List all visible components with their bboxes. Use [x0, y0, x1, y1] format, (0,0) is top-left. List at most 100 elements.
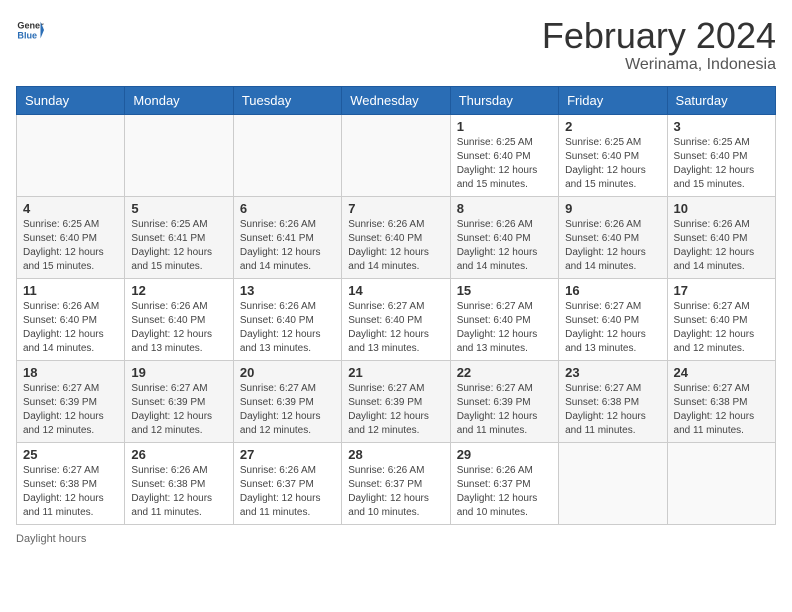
calendar-cell: 1 Sunrise: 6:25 AM Sunset: 6:40 PM Daylig… [450, 114, 558, 196]
calendar-cell: 13 Sunrise: 6:26 AM Sunset: 6:40 PM Dayli… [233, 278, 341, 360]
day-info: Sunrise: 6:26 AM Sunset: 6:40 PM Dayligh… [240, 300, 335, 356]
day-info: Sunrise: 6:26 AM Sunset: 6:37 PM Dayligh… [348, 464, 443, 520]
logo: General Blue [16, 16, 44, 44]
day-header-tuesday: Tuesday [233, 86, 341, 114]
day-info: Sunrise: 6:27 AM Sunset: 6:38 PM Dayligh… [23, 464, 118, 520]
calendar-cell: 16Sunrise: 6:27 AM Sunset: 6:40 PM Dayli… [559, 278, 667, 360]
day-header-friday: Friday [559, 86, 667, 114]
calendar-cell: 22 Sunrise: 6:27 AM Sunset: 6:39 PM Dayli… [450, 360, 558, 442]
day-info: Sunrise: 6:27 AM Sunset: 6:39 PM Dayligh… [23, 382, 118, 438]
day-header-wednesday: Wednesday [342, 86, 450, 114]
calendar-cell: 12 Sunrise: 6:26 AM Sunset: 6:40 PM Dayli… [125, 278, 233, 360]
day-info: Sunrise: 6:25 AM Sunset: 6:40 PM Dayligh… [457, 136, 552, 192]
day-number: 1 [457, 119, 552, 134]
calendar-cell: 6 Sunrise: 6:26 AM Sunset: 6:41 PM Daylig… [233, 196, 341, 278]
calendar-cell: 27 Sunrise: 6:26 AM Sunset: 6:37 PM Dayli… [233, 442, 341, 524]
day-number: 7 [348, 201, 443, 216]
week-row-2: 4 Sunrise: 6:25 AM Sunset: 6:40 PM Daylig… [17, 196, 776, 278]
day-number: 24 [674, 365, 769, 380]
footer-note: Daylight hours [16, 533, 776, 545]
day-info: Sunrise: 6:25 AM Sunset: 6:40 PM Dayligh… [674, 136, 769, 192]
day-header-saturday: Saturday [667, 86, 775, 114]
calendar-cell [342, 114, 450, 196]
day-number: 19 [131, 365, 226, 380]
day-number: 11 [23, 283, 118, 298]
day-number: 15 [457, 283, 552, 298]
day-number: 25 [23, 447, 118, 462]
day-header-row: SundayMondayTuesdayWednesdayThursdayFrid… [17, 86, 776, 114]
svg-text:General: General [17, 21, 44, 31]
day-info: Sunrise: 6:27 AM Sunset: 6:39 PM Dayligh… [240, 382, 335, 438]
day-number: 3 [674, 119, 769, 134]
day-info: Sunrise: 6:26 AM Sunset: 6:40 PM Dayligh… [457, 218, 552, 274]
day-number: 21 [348, 365, 443, 380]
day-info: Sunrise: 6:26 AM Sunset: 6:37 PM Dayligh… [457, 464, 552, 520]
day-info: Sunrise: 6:27 AM Sunset: 6:38 PM Dayligh… [565, 382, 660, 438]
day-info: Sunrise: 6:27 AM Sunset: 6:39 PM Dayligh… [131, 382, 226, 438]
day-number: 16 [565, 283, 660, 298]
calendar-cell: 4 Sunrise: 6:25 AM Sunset: 6:40 PM Daylig… [17, 196, 125, 278]
calendar-cell [233, 114, 341, 196]
day-number: 5 [131, 201, 226, 216]
day-number: 20 [240, 365, 335, 380]
day-number: 22 [457, 365, 552, 380]
day-info: Sunrise: 6:27 AM Sunset: 6:38 PM Dayligh… [674, 382, 769, 438]
day-number: 2 [565, 119, 660, 134]
calendar-cell: 25 Sunrise: 6:27 AM Sunset: 6:38 PM Dayli… [17, 442, 125, 524]
calendar-cell: 17Sunrise: 6:27 AM Sunset: 6:40 PM Dayli… [667, 278, 775, 360]
calendar-table: SundayMondayTuesdayWednesdayThursdayFrid… [16, 86, 776, 525]
calendar-title: February 2024 [542, 16, 776, 56]
day-header-thursday: Thursday [450, 86, 558, 114]
day-info: Sunrise: 6:27 AM Sunset: 6:40 PM Dayligh… [457, 300, 552, 356]
calendar-cell [559, 442, 667, 524]
day-header-monday: Monday [125, 86, 233, 114]
day-info: Sunrise: 6:27 AM Sunset: 6:40 PM Dayligh… [348, 300, 443, 356]
calendar-cell: 23Sunrise: 6:27 AM Sunset: 6:38 PM Dayli… [559, 360, 667, 442]
day-number: 28 [348, 447, 443, 462]
day-info: Sunrise: 6:26 AM Sunset: 6:41 PM Dayligh… [240, 218, 335, 274]
week-row-3: 11 Sunrise: 6:26 AM Sunset: 6:40 PM Dayli… [17, 278, 776, 360]
day-number: 4 [23, 201, 118, 216]
week-row-1: 1 Sunrise: 6:25 AM Sunset: 6:40 PM Daylig… [17, 114, 776, 196]
day-info: Sunrise: 6:25 AM Sunset: 6:40 PM Dayligh… [23, 218, 118, 274]
calendar-cell: 14Sunrise: 6:27 AM Sunset: 6:40 PM Dayli… [342, 278, 450, 360]
day-info: Sunrise: 6:26 AM Sunset: 6:40 PM Dayligh… [131, 300, 226, 356]
day-number: 27 [240, 447, 335, 462]
day-number: 13 [240, 283, 335, 298]
calendar-cell: 26Sunrise: 6:26 AM Sunset: 6:38 PM Dayli… [125, 442, 233, 524]
day-info: Sunrise: 6:27 AM Sunset: 6:39 PM Dayligh… [457, 382, 552, 438]
day-info: Sunrise: 6:27 AM Sunset: 6:40 PM Dayligh… [674, 300, 769, 356]
day-info: Sunrise: 6:25 AM Sunset: 6:41 PM Dayligh… [131, 218, 226, 274]
day-number: 29 [457, 447, 552, 462]
logo-icon: General Blue [16, 16, 44, 44]
calendar-cell: 10Sunrise: 6:26 AM Sunset: 6:40 PM Dayli… [667, 196, 775, 278]
calendar-cell: 9 Sunrise: 6:26 AM Sunset: 6:40 PM Daylig… [559, 196, 667, 278]
calendar-cell: 28 Sunrise: 6:26 AM Sunset: 6:37 PM Dayli… [342, 442, 450, 524]
day-number: 26 [131, 447, 226, 462]
day-info: Sunrise: 6:26 AM Sunset: 6:40 PM Dayligh… [565, 218, 660, 274]
calendar-cell: 18 Sunrise: 6:27 AM Sunset: 6:39 PM Dayli… [17, 360, 125, 442]
day-info: Sunrise: 6:27 AM Sunset: 6:39 PM Dayligh… [348, 382, 443, 438]
calendar-cell [125, 114, 233, 196]
day-info: Sunrise: 6:26 AM Sunset: 6:37 PM Dayligh… [240, 464, 335, 520]
day-header-sunday: Sunday [17, 86, 125, 114]
calendar-cell: 29 Sunrise: 6:26 AM Sunset: 6:37 PM Dayli… [450, 442, 558, 524]
calendar-cell: 7Sunrise: 6:26 AM Sunset: 6:40 PM Daylig… [342, 196, 450, 278]
week-row-5: 25 Sunrise: 6:27 AM Sunset: 6:38 PM Dayli… [17, 442, 776, 524]
day-number: 12 [131, 283, 226, 298]
day-number: 6 [240, 201, 335, 216]
calendar-cell: 3 Sunrise: 6:25 AM Sunset: 6:40 PM Daylig… [667, 114, 775, 196]
calendar-cell [667, 442, 775, 524]
week-row-4: 18 Sunrise: 6:27 AM Sunset: 6:39 PM Dayli… [17, 360, 776, 442]
day-number: 8 [457, 201, 552, 216]
day-number: 18 [23, 365, 118, 380]
calendar-cell: 19 Sunrise: 6:27 AM Sunset: 6:39 PM Dayli… [125, 360, 233, 442]
calendar-cell: 8 Sunrise: 6:26 AM Sunset: 6:40 PM Daylig… [450, 196, 558, 278]
day-number: 10 [674, 201, 769, 216]
page-header: General Blue February 2024 Werinama, Ind… [16, 16, 776, 74]
day-number: 9 [565, 201, 660, 216]
day-info: Sunrise: 6:26 AM Sunset: 6:40 PM Dayligh… [23, 300, 118, 356]
calendar-cell: 5 Sunrise: 6:25 AM Sunset: 6:41 PM Daylig… [125, 196, 233, 278]
calendar-cell: 11 Sunrise: 6:26 AM Sunset: 6:40 PM Dayli… [17, 278, 125, 360]
title-section: February 2024 Werinama, Indonesia [542, 16, 776, 74]
